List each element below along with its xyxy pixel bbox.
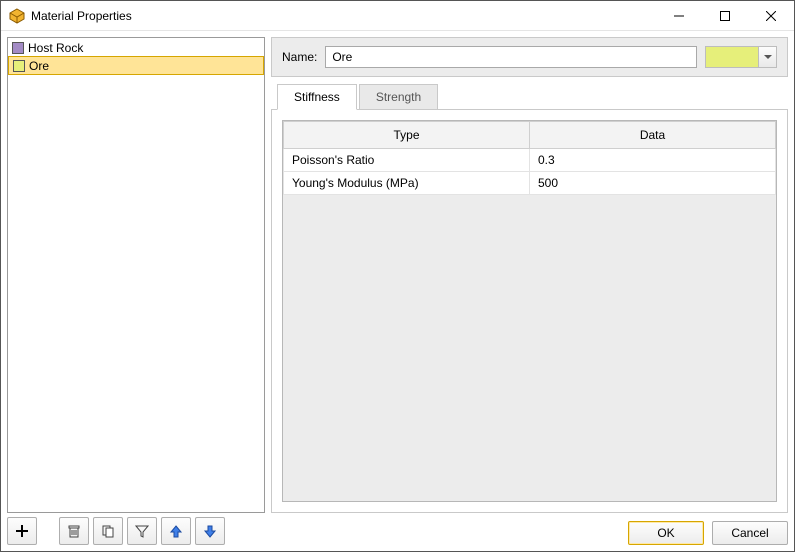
property-grid: Type Data Poisson's Ratio 0.3 Young's Mo… <box>282 120 777 502</box>
col-header-type[interactable]: Type <box>284 122 530 149</box>
list-toolbar <box>7 517 265 545</box>
swatch-icon <box>13 60 25 72</box>
color-dropdown-button[interactable] <box>758 47 776 67</box>
dialog-body: Host Rock Ore <box>1 31 794 551</box>
name-row: Name: <box>271 37 788 77</box>
cell-data[interactable]: 0.3 <box>530 149 776 172</box>
tab-body: Type Data Poisson's Ratio 0.3 Young's Mo… <box>271 109 788 513</box>
dialog-window: Material Properties Host Rock <box>0 0 795 552</box>
copy-icon <box>101 524 115 538</box>
color-swatch <box>706 47 758 67</box>
table-header-row: Type Data <box>284 122 776 149</box>
move-up-button[interactable] <box>161 517 191 545</box>
property-table: Type Data Poisson's Ratio 0.3 Young's Mo… <box>283 121 776 195</box>
name-input[interactable] <box>325 46 697 68</box>
tab-strength[interactable]: Strength <box>359 84 438 109</box>
add-button[interactable] <box>7 517 37 545</box>
titlebar: Material Properties <box>1 1 794 31</box>
delete-button[interactable] <box>59 517 89 545</box>
filter-button[interactable] <box>127 517 157 545</box>
move-down-button[interactable] <box>195 517 225 545</box>
minimize-button[interactable] <box>656 1 702 30</box>
material-list[interactable]: Host Rock Ore <box>7 37 265 513</box>
plus-icon <box>15 524 29 538</box>
button-label: Cancel <box>731 526 768 540</box>
right-panel: Name: Stiffness Strength <box>271 37 788 545</box>
ok-button[interactable]: OK <box>628 521 704 545</box>
close-button[interactable] <box>748 1 794 30</box>
material-item-label: Host Rock <box>28 41 83 55</box>
cell-data[interactable]: 500 <box>530 172 776 195</box>
dialog-buttons: OK Cancel <box>271 513 788 545</box>
chevron-down-icon <box>764 53 772 61</box>
material-item-host-rock[interactable]: Host Rock <box>8 38 264 57</box>
arrow-up-icon <box>169 524 183 538</box>
color-picker[interactable] <box>705 46 777 68</box>
tab-label: Strength <box>376 90 421 104</box>
trash-icon <box>67 524 81 538</box>
button-label: OK <box>657 526 674 540</box>
filter-icon <box>135 524 149 538</box>
swatch-icon <box>12 42 24 54</box>
window-title: Material Properties <box>31 9 656 23</box>
maximize-button[interactable] <box>702 1 748 30</box>
table-row[interactable]: Poisson's Ratio 0.3 <box>284 149 776 172</box>
col-header-data[interactable]: Data <box>530 122 776 149</box>
name-label: Name: <box>282 50 317 64</box>
app-icon <box>9 8 25 24</box>
cancel-button[interactable]: Cancel <box>712 521 788 545</box>
left-panel: Host Rock Ore <box>7 37 265 545</box>
material-item-ore[interactable]: Ore <box>8 56 264 75</box>
tab-strip: Stiffness Strength <box>271 84 788 110</box>
window-controls <box>656 1 794 30</box>
arrow-down-icon <box>203 524 217 538</box>
table-row[interactable]: Young's Modulus (MPa) 500 <box>284 172 776 195</box>
cell-type: Poisson's Ratio <box>284 149 530 172</box>
tab-label: Stiffness <box>294 90 340 104</box>
copy-button[interactable] <box>93 517 123 545</box>
material-item-label: Ore <box>29 59 49 73</box>
grid-empty-area <box>283 195 776 501</box>
cell-type: Young's Modulus (MPa) <box>284 172 530 195</box>
tab-stiffness[interactable]: Stiffness <box>277 84 357 110</box>
